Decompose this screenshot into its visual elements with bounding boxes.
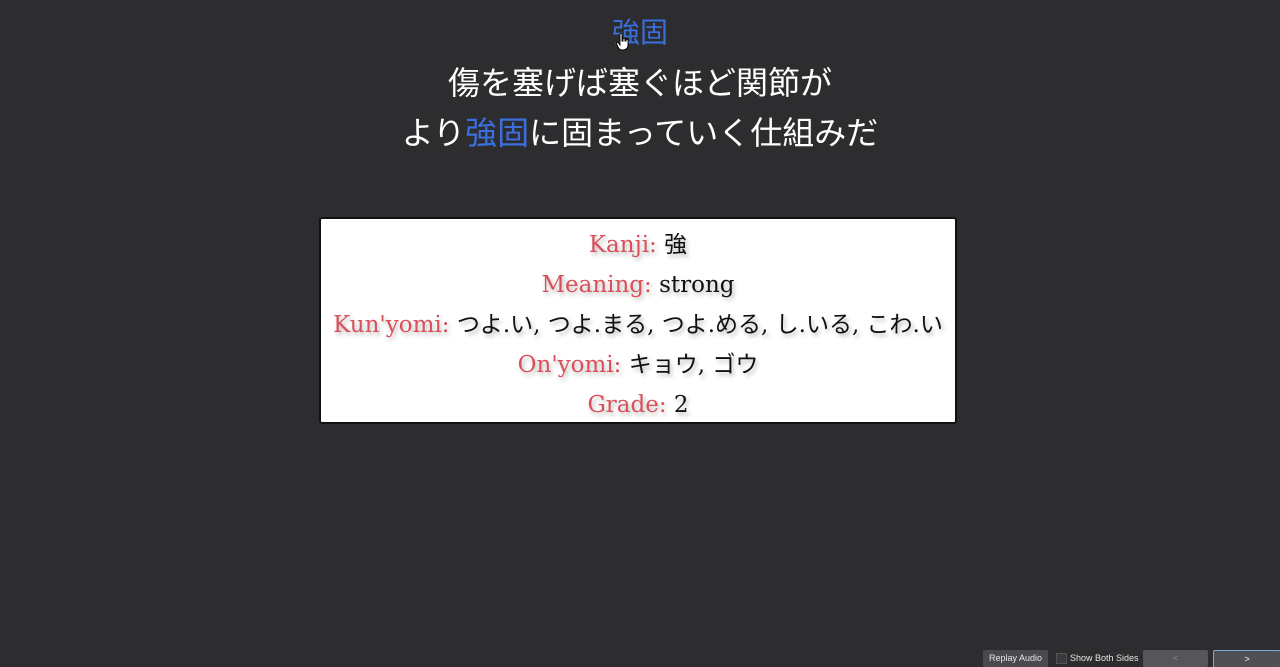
previous-card-button[interactable]: <: [1143, 650, 1208, 667]
card-row-onyomi: On'yomi: キョウ, ゴウ: [321, 345, 955, 385]
kunyomi-value: つよ.い, つよ.まる, つよ.める, し.いる, こわ.い: [456, 312, 943, 338]
onyomi-value: キョウ, ゴウ: [628, 352, 759, 378]
onyomi-label: On'yomi:: [517, 352, 622, 378]
next-card-button[interactable]: >: [1213, 650, 1280, 667]
kanji-info-card: Kanji: 強 Meaning: strong Kun'yomi: つよ.い,…: [319, 217, 957, 424]
meaning-label: Meaning:: [541, 272, 652, 298]
kunyomi-label: Kun'yomi:: [333, 312, 450, 338]
sentence-text-before: より: [401, 114, 466, 152]
sentence-highlight-word: 強固: [465, 114, 530, 152]
kanji-label: Kanji:: [588, 232, 657, 258]
card-row-kunyomi: Kun'yomi: つよ.い, つよ.まる, つよ.める, し.いる, こわ.い: [321, 305, 955, 345]
meaning-value: strong: [659, 272, 735, 298]
grade-label: Grade:: [587, 392, 667, 418]
card-row-meaning: Meaning: strong: [321, 265, 955, 305]
card-row-kanji: Kanji: 強: [321, 225, 955, 265]
replay-audio-button[interactable]: Replay Audio: [983, 650, 1048, 667]
show-both-sides-checkbox[interactable]: [1056, 653, 1067, 664]
sentence-text-after: に固まっていく仕組みだ: [529, 114, 879, 152]
card-row-grade: Grade: 2: [321, 385, 955, 425]
target-word[interactable]: 強固: [0, 14, 1280, 52]
bottom-control-bar: Replay Audio Show Both Sides < >: [0, 649, 1280, 667]
sentence-line-1: 傷を塞げば塞ぐほど関節が: [447, 64, 832, 102]
sentence-line-2: より強固に固まっていく仕組みだ: [0, 108, 1280, 158]
example-sentence: 傷を塞げば塞ぐほど関節が より強固に固まっていく仕組みだ: [0, 58, 1280, 158]
show-both-sides-label[interactable]: Show Both Sides: [1070, 650, 1139, 667]
grade-value: 2: [673, 392, 689, 418]
hand-pointer-icon: [616, 33, 629, 51]
kanji-value: 強: [664, 232, 688, 258]
